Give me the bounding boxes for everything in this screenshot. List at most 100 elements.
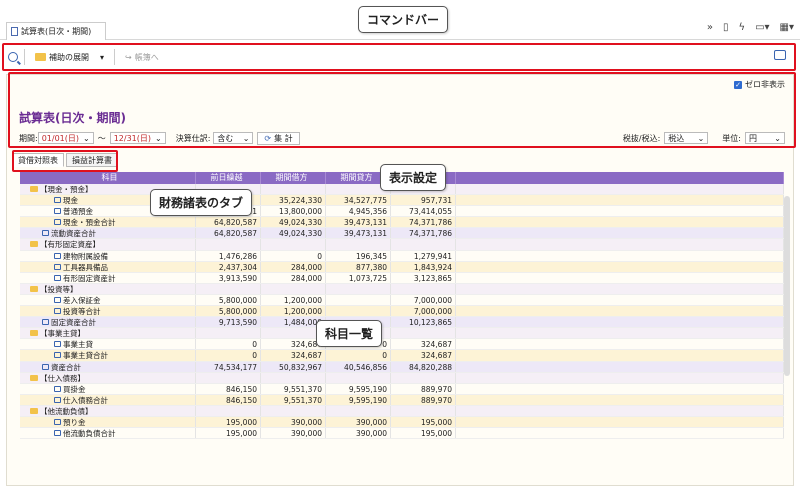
amount-cell: 74,534,177 xyxy=(196,361,261,372)
header-account[interactable]: 科目 xyxy=(20,172,196,184)
account-icon xyxy=(42,363,49,370)
overflow-icon[interactable]: » xyxy=(707,22,713,33)
table-row[interactable]: 仕入債務合計 846,150 9,551,370 9,595,190 889,970 xyxy=(20,394,784,406)
amount-cell xyxy=(326,283,391,294)
header-fill xyxy=(456,172,784,184)
table-row[interactable]: 【投資等】 xyxy=(20,283,784,295)
amount-cell: 1,279,941 xyxy=(391,250,456,261)
table-row[interactable]: 固定資産合計 9,713,590 1,484,000 10,123,865 xyxy=(20,317,784,329)
account-icon xyxy=(54,352,61,359)
folder-icon xyxy=(30,330,38,337)
account-name: 【有形固定資産】 xyxy=(40,240,100,250)
row-fill xyxy=(456,339,784,350)
amount-cell: 9,551,370 xyxy=(261,394,326,405)
account-name-cell: 【投資等】 xyxy=(20,283,196,294)
table-row[interactable]: 流動資産合計 64,820,587 49,024,330 39,473,131 74,3… xyxy=(20,228,784,240)
amount-cell: 35,224,330 xyxy=(261,195,326,206)
table-row[interactable]: 現金 35,224,330 34,527,775 957,731 xyxy=(20,195,784,207)
table-row[interactable]: 【事業主貸】 xyxy=(20,328,784,340)
table-row[interactable]: 他流動負債合計 195,000 390,000 390,000 195,000 xyxy=(20,428,784,440)
amount-cell: 1,073,725 xyxy=(326,272,391,283)
table-row[interactable]: 投資等合計 5,800,000 1,200,000 7,000,000 xyxy=(20,306,784,318)
amount-cell: 40,546,856 xyxy=(326,361,391,372)
account-name: 買掛金 xyxy=(63,384,86,394)
amount-cell: 0 xyxy=(196,339,261,350)
amount-cell: 84,820,288 xyxy=(391,361,456,372)
display-settings-highlight xyxy=(8,72,796,148)
amount-cell: 324,687 xyxy=(391,350,456,361)
bookmark-icon[interactable]: ▯ xyxy=(723,22,729,33)
amount-cell: 34,527,775 xyxy=(326,195,391,206)
account-icon xyxy=(54,263,61,270)
account-name-cell: 有形固定資産計 xyxy=(20,272,196,283)
account-name: 資産合計 xyxy=(51,362,81,372)
table-row[interactable]: 【他流動負債】 xyxy=(20,405,784,417)
account-name-cell: 投資等合計 xyxy=(20,306,196,317)
financial-tabs-highlight xyxy=(12,150,118,172)
account-name: 【事業主貸】 xyxy=(40,329,85,339)
account-name-cell: 預り金 xyxy=(20,416,196,428)
header-debit[interactable]: 期間借方 xyxy=(261,172,326,184)
amount-cell: 846,150 xyxy=(196,383,261,394)
amount-cell: 7,000,000 xyxy=(391,306,456,317)
account-name-cell: 【仕入債務】 xyxy=(20,372,196,383)
account-name: 【投資等】 xyxy=(40,284,78,294)
amount-cell xyxy=(261,405,326,416)
table-row[interactable]: 【仕入債務】 xyxy=(20,372,784,384)
table-row[interactable]: 預り金 195,000 390,000 390,000 195,000 xyxy=(20,416,784,429)
table-row[interactable]: 普通預金55,865,41113,800,0004,945,35673,414,… xyxy=(20,206,784,218)
account-name: 流動資産合計 xyxy=(51,229,96,239)
lightning-icon[interactable]: ϟ xyxy=(738,22,745,33)
row-fill xyxy=(456,217,784,228)
amount-cell xyxy=(261,283,326,294)
account-name: 有形固定資産計 xyxy=(63,273,116,283)
table-row[interactable]: 差入保証金 5,800,000 1,200,000 7,000,000 xyxy=(20,294,784,307)
row-fill xyxy=(456,206,784,217)
account-name-cell: 事業主貸合計 xyxy=(20,350,196,361)
table-row[interactable]: 工具器具備品 2,437,304 284,000 877,380 1,843,924 xyxy=(20,261,784,273)
amount-cell: 9,551,370 xyxy=(261,383,326,394)
amount-cell: 1,200,000 xyxy=(261,306,326,317)
account-name: 事業主貸合計 xyxy=(63,351,108,361)
amount-cell: 74,371,786 xyxy=(391,217,456,228)
amount-cell: 0 xyxy=(196,350,261,361)
table-row[interactable]: 事業主貸 0 324,687 0 324,687 xyxy=(20,339,784,351)
table-row[interactable]: 【有形固定資産】 xyxy=(20,239,784,251)
account-icon xyxy=(54,274,61,281)
account-name: 固定資産合計 xyxy=(51,318,96,328)
account-icon xyxy=(54,385,61,392)
amount-cell: 3,123,865 xyxy=(391,272,456,283)
account-icon xyxy=(54,341,61,348)
table-row[interactable]: 事業主貸合計 0 324,687 0 324,687 xyxy=(20,350,784,362)
account-name-cell: 【事業主貸】 xyxy=(20,328,196,339)
table-row[interactable]: 買掛金 846,150 9,551,370 9,595,190 889,970 xyxy=(20,383,784,395)
table-row[interactable]: 有形固定資産計 3,913,590 284,000 1,073,725 3,123,86… xyxy=(20,272,784,284)
account-name: 他流動負債合計 xyxy=(63,429,116,439)
account-list-callout: 科目一覧 xyxy=(316,320,383,347)
account-name: 建物附属設備 xyxy=(63,251,108,261)
amount-cell: 957,731 xyxy=(391,195,456,206)
document-tab[interactable]: 試算表(日次・期間) xyxy=(6,22,106,40)
account-name-cell: 固定資産合計 xyxy=(20,317,196,328)
header-carryover[interactable]: 前日繰越 xyxy=(196,172,261,184)
amount-cell xyxy=(261,239,326,250)
account-name: 【現金・預金】 xyxy=(40,185,93,194)
account-name: 普通預金 xyxy=(63,207,93,217)
table-row[interactable]: 資産合計 74,534,177 50,832,967 40,546,856 84,820… xyxy=(20,361,784,373)
account-name-cell: 工具器具備品 xyxy=(20,261,196,272)
row-fill xyxy=(456,195,784,206)
account-grid: 科目 前日繰越 期間借方 期間貸方 残高 【現金・預金】現金35,224,330… xyxy=(20,172,784,486)
account-name-cell: 事業主貸 xyxy=(20,339,196,350)
amount-cell xyxy=(196,328,261,339)
table-row[interactable]: 建物附属設備 1,476,286 0 196,345 1,279,941 xyxy=(20,250,784,262)
row-fill xyxy=(456,184,784,195)
amount-cell xyxy=(196,405,261,416)
window-layout-icon[interactable]: ▭▾ xyxy=(755,22,769,33)
amount-cell: 4,945,356 xyxy=(326,206,391,217)
calendar-icon[interactable]: ▦▾ xyxy=(780,22,794,33)
amount-cell: 390,000 xyxy=(261,416,326,428)
amount-cell: 7,000,000 xyxy=(391,294,456,306)
table-row[interactable]: 現金・預金合計 64,820,587 49,024,330 39,473,131 74,… xyxy=(20,217,784,229)
account-name-cell: 流動資産合計 xyxy=(20,228,196,239)
vertical-scrollbar[interactable] xyxy=(784,196,790,376)
